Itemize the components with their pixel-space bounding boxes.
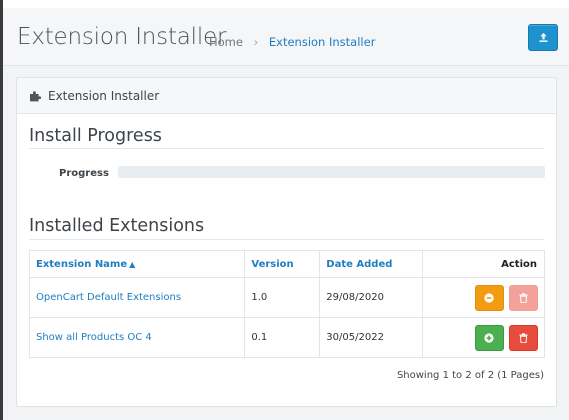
extension-version: 1.0	[244, 277, 321, 318]
installed-extensions-title: Installed Extensions	[29, 216, 205, 236]
plus-circle-icon	[484, 332, 494, 343]
breadcrumb: Home › Extension Installer	[209, 35, 375, 49]
table-row: Show all Products OC 4 0.1 30/05/2022	[28, 317, 545, 358]
delete-button[interactable]	[509, 324, 538, 351]
breadcrumb-extension-installer-link[interactable]: Extension Installer	[269, 35, 376, 49]
upload-icon	[538, 32, 548, 42]
panel-heading-title: Extension Installer	[48, 88, 160, 103]
page-header: Extension Installer Home › Extension Ins…	[3, 8, 569, 66]
progress-label: Progress	[59, 168, 109, 179]
install-progress-title: Install Progress	[29, 126, 162, 146]
top-bar	[0, 0, 569, 8]
extension-version: 0.1	[244, 317, 321, 358]
row-actions	[422, 317, 545, 358]
extension-date-added: 30/05/2022	[319, 317, 424, 358]
column-header-label: Extension Name	[36, 258, 128, 270]
section-divider	[29, 239, 544, 240]
install-button[interactable]	[474, 324, 504, 351]
column-header-version[interactable]: Version	[244, 250, 321, 278]
extension-installer-panel: Extension Installer Install Progress Pro…	[16, 77, 557, 407]
extension-name-link[interactable]: OpenCart Default Extensions	[28, 277, 246, 318]
puzzle-icon	[29, 90, 42, 102]
table-row: OpenCart Default Extensions 1.0 29/08/20…	[28, 277, 545, 318]
section-divider	[29, 148, 544, 149]
uninstall-button[interactable]	[474, 284, 504, 311]
progress-bar	[118, 166, 545, 178]
breadcrumb-separator: ›	[253, 35, 259, 49]
panel-heading: Extension Installer	[17, 78, 556, 114]
upload-button[interactable]	[528, 24, 558, 51]
pagination-summary: Showing 1 to 2 of 2 (1 Pages)	[396, 370, 544, 381]
trash-icon	[519, 332, 528, 343]
column-header-date-added[interactable]: Date Added	[319, 250, 424, 278]
table-header-row: Extension Name ▲ Version Date Added Actio…	[28, 250, 545, 278]
delete-button-disabled[interactable]	[509, 284, 538, 311]
column-header-action: Action	[422, 250, 545, 278]
trash-icon	[519, 292, 528, 303]
breadcrumb-home-link[interactable]: Home	[209, 35, 243, 49]
installed-extensions-table: Extension Name ▲ Version Date Added Actio…	[28, 250, 545, 358]
page-title: Extension Installer	[17, 24, 227, 50]
extension-date-added: 29/08/2020	[319, 277, 424, 318]
extension-name-link[interactable]: Show all Products OC 4	[28, 317, 246, 358]
minus-circle-icon	[484, 292, 494, 303]
sort-ascending-icon: ▲	[129, 259, 136, 269]
row-actions	[422, 277, 545, 318]
column-header-extension-name[interactable]: Extension Name ▲	[28, 250, 246, 278]
